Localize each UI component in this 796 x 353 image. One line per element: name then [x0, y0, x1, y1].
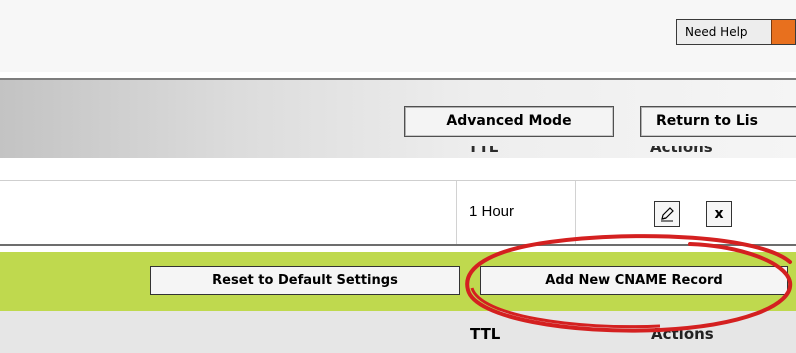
- divider: [0, 244, 796, 246]
- advanced-mode-button[interactable]: Advanced Mode: [404, 106, 614, 137]
- help-icon: [771, 20, 795, 44]
- edit-record-button[interactable]: [654, 201, 680, 227]
- top-help-bar: Need Help: [0, 0, 796, 72]
- ttl-column-header: TTL: [468, 146, 499, 156]
- table-header: TTL Actions: [0, 311, 796, 353]
- reset-defaults-label: Reset to Default Settings: [212, 273, 398, 288]
- delete-record-button[interactable]: x: [706, 201, 732, 227]
- ttl-value: 1 Hour: [469, 203, 515, 220]
- delete-icon: x: [714, 206, 724, 222]
- action-bar: Reset to Default Settings Add New CNAME …: [0, 252, 796, 311]
- ttl-cell: 1 Hour: [456, 181, 576, 245]
- add-cname-record-label: Add New CNAME Record: [545, 273, 723, 288]
- return-to-list-button[interactable]: Return to Lis: [640, 106, 796, 137]
- actions-column-header: Actions: [651, 325, 714, 343]
- pencil-icon: [661, 207, 674, 222]
- reset-defaults-button[interactable]: Reset to Default Settings: [150, 266, 460, 295]
- need-help-button[interactable]: Need Help: [676, 19, 796, 45]
- table-row: 1 Hour x: [0, 180, 796, 245]
- ttl-column-header: TTL: [470, 325, 501, 343]
- return-to-list-label: Return to Lis: [656, 113, 758, 129]
- add-cname-record-button[interactable]: Add New CNAME Record: [480, 266, 788, 295]
- need-help-label: Need Help: [685, 25, 748, 39]
- advanced-mode-label: Advanced Mode: [446, 113, 572, 129]
- actions-column-header: Actions: [650, 146, 713, 156]
